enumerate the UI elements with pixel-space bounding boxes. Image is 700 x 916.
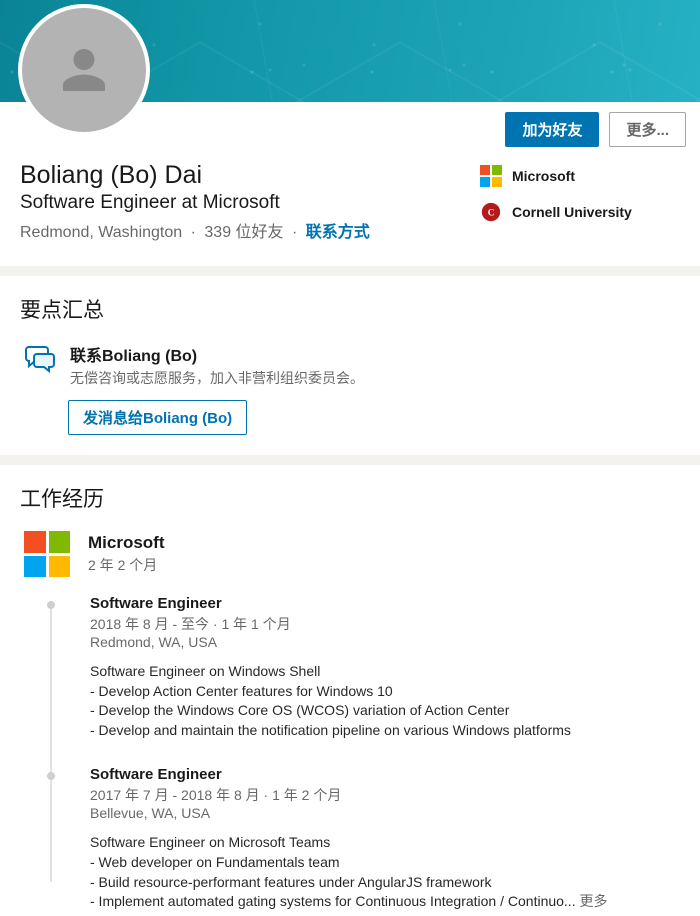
avatar[interactable]	[18, 4, 150, 136]
role-dates: 2018 年 8 月 - 至今 · 1 年 1 个月	[90, 614, 680, 634]
profile-left: Boliang (Bo) Dai Software Engineer at Mi…	[20, 161, 480, 242]
profile-right: Microsoft C Cornell University	[480, 161, 680, 242]
cornell-icon: C	[480, 201, 502, 223]
school-label: Cornell University	[512, 204, 632, 220]
separator-dot: ·	[191, 224, 201, 241]
connect-button[interactable]: 加为好友	[505, 112, 599, 147]
contact-info-link[interactable]: 联系方式	[306, 224, 370, 241]
highlights-text: 联系Boliang (Bo) 无偿咨询或志愿服务，加入非营利组织委员会。	[70, 342, 364, 388]
profile-location-line: Redmond, Washington · 339 位好友 · 联系方式	[20, 218, 480, 242]
role-description: Software Engineer on Microsoft Teams - W…	[90, 833, 680, 911]
see-more-link[interactable]: 更多	[576, 893, 608, 909]
current-company-row[interactable]: Microsoft	[480, 165, 680, 187]
experience-company-header[interactable]: Microsoft 2 年 2 个月	[24, 531, 680, 577]
experience-role: Software Engineer 2017 年 7 月 - 2018 年 8 …	[50, 766, 680, 911]
experience-section: 工作经历 Microsoft 2 年 2 个月 Software Enginee…	[0, 465, 700, 916]
current-company-label: Microsoft	[512, 168, 575, 184]
experience-timeline: Software Engineer 2018 年 8 月 - 至今 · 1 年 …	[50, 595, 680, 912]
highlights-subtitle: 无偿咨询或志愿服务，加入非营利组织委员会。	[70, 368, 364, 388]
role-location: Bellevue, WA, USA	[90, 805, 680, 821]
highlights-title: 要点汇总	[20, 294, 680, 324]
experience-role: Software Engineer 2018 年 8 月 - 至今 · 1 年 …	[50, 595, 680, 740]
highlights-row: 联系Boliang (Bo) 无偿咨询或志愿服务，加入非营利组织委员会。	[24, 342, 680, 388]
svg-text:C: C	[488, 208, 495, 218]
role-dates: 2017 年 7 月 - 2018 年 8 月 · 1 年 2 个月	[90, 785, 680, 805]
microsoft-icon	[24, 531, 70, 577]
chat-icon	[24, 344, 56, 379]
company-name: Microsoft	[88, 533, 165, 553]
experience-title: 工作经历	[20, 483, 680, 513]
role-location: Redmond, WA, USA	[90, 634, 680, 650]
profile-name: Boliang (Bo) Dai	[20, 161, 480, 190]
profile-card: 加为好友 更多... Boliang (Bo) Dai Software Eng…	[0, 0, 700, 266]
message-button[interactable]: 发消息给Boliang (Bo)	[68, 400, 247, 435]
company-text: Microsoft 2 年 2 个月	[88, 531, 165, 577]
person-icon	[56, 42, 112, 98]
profile-body: Boliang (Bo) Dai Software Engineer at Mi…	[0, 147, 700, 266]
profile-headline: Software Engineer at Microsoft	[20, 192, 480, 214]
connections-count[interactable]: 339 位好友	[204, 224, 283, 241]
microsoft-icon	[480, 165, 502, 187]
highlights-heading: 联系Boliang (Bo)	[70, 342, 364, 366]
highlights-section: 要点汇总 联系Boliang (Bo) 无偿咨询或志愿服务，加入非营利组织委员会…	[0, 276, 700, 455]
school-row[interactable]: C Cornell University	[480, 201, 680, 223]
role-title: Software Engineer	[90, 766, 680, 783]
profile-location: Redmond, Washington	[20, 224, 182, 241]
role-title: Software Engineer	[90, 595, 680, 612]
role-description: Software Engineer on Windows Shell - Dev…	[90, 662, 680, 740]
more-button[interactable]: 更多...	[609, 112, 686, 147]
company-duration: 2 年 2 个月	[88, 555, 165, 575]
separator-dot: ·	[292, 224, 302, 241]
